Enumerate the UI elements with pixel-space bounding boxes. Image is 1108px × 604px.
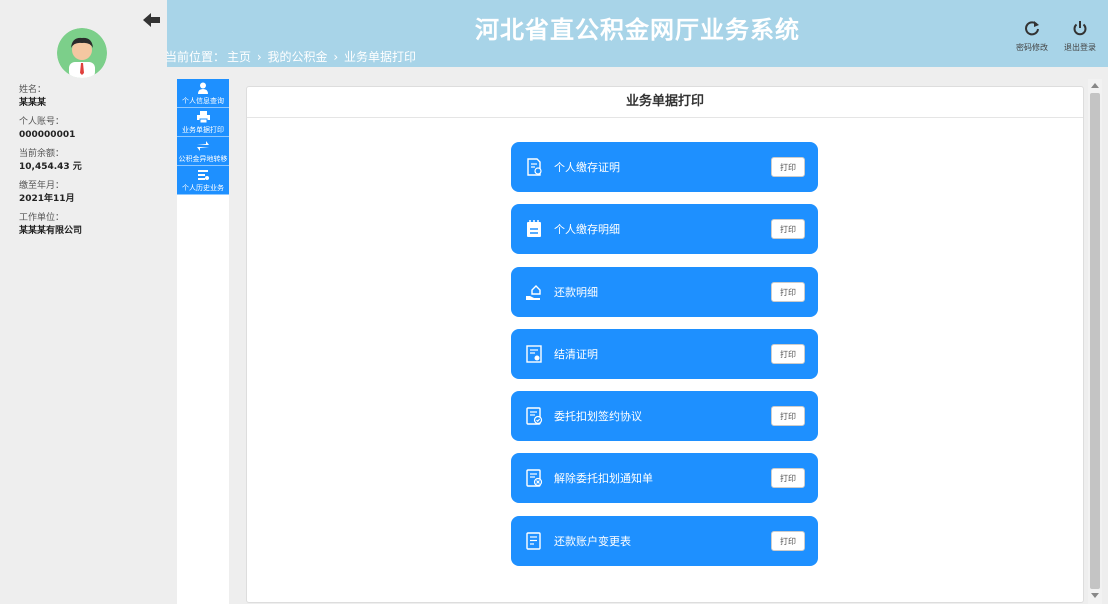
vertical-menu: 个人信息查询 业务单据打印 公积金异地转移 个人历史业务 — [177, 79, 229, 604]
change-password-button[interactable]: 密码修改 — [1012, 20, 1052, 53]
menu-item-print[interactable]: 业务单据打印 — [177, 108, 229, 137]
menu-item-personal-info[interactable]: 个人信息查询 — [177, 79, 229, 108]
scrollbar-thumb[interactable] — [1090, 93, 1100, 589]
print-button[interactable]: 打印 — [771, 530, 805, 551]
print-button[interactable]: 打印 — [771, 468, 805, 489]
print-item-label: 个人缴存明细 — [554, 223, 620, 237]
print-item-settlement-certificate[interactable]: 结清证明 打印 — [511, 328, 818, 379]
print-item-repayment-detail[interactable]: 还款明细 打印 — [511, 266, 818, 317]
app-title: 河北省直公积金网厅业务系统 — [475, 16, 800, 44]
paid-until-value: 2021年11月 — [19, 194, 75, 204]
print-button[interactable]: 打印 — [771, 157, 805, 177]
print-button[interactable]: 打印 — [771, 219, 805, 240]
menu-item-label: 公积金异地转移 — [178, 155, 228, 163]
contract-check-icon — [526, 407, 543, 425]
print-button[interactable]: 打印 — [771, 406, 805, 427]
change-password-label: 密码修改 — [1016, 43, 1048, 52]
notepad-icon — [527, 220, 541, 238]
user-info: 姓名： 某某某 个人账号： 000000001 当前余额： 10,454.43 … — [19, 84, 159, 244]
user-info-item: 工作单位： 某某某有限公司 — [19, 212, 159, 238]
user-info-item: 姓名： 某某某 — [19, 84, 159, 110]
print-item-label: 委托扣划签约协议 — [554, 410, 642, 424]
breadcrumb: 当前位置： 主页 › 我的公积金 › 业务单据打印 — [165, 48, 418, 65]
main-panel: 业务单据打印 个人缴存证明 打印 个人缴存明细 打印 还款明细 打印 结清证明 … — [246, 86, 1084, 603]
document-icon — [527, 158, 542, 176]
account-label: 个人账号： — [19, 117, 65, 127]
contract-cancel-icon — [526, 469, 543, 488]
print-item-label: 结清证明 — [554, 347, 598, 361]
breadcrumb-prefix: 当前位置： — [165, 50, 226, 64]
printer-icon — [177, 110, 229, 126]
balance-value: 10,454.43 元 — [19, 162, 82, 172]
scroll-down-arrow-icon[interactable] — [1091, 593, 1099, 598]
breadcrumb-item-fund[interactable]: 我的公积金 — [268, 50, 328, 64]
menu-item-label: 个人信息查询 — [182, 97, 224, 105]
print-item-label: 个人缴存证明 — [554, 161, 620, 174]
employer-label: 工作单位： — [19, 213, 65, 223]
print-list: 个人缴存证明 打印 个人缴存明细 打印 还款明细 打印 结清证明 打印 委托扣划… — [511, 142, 818, 578]
menu-item-label: 个人历史业务 — [182, 184, 224, 192]
history-icon — [177, 168, 229, 184]
balance-label: 当前余额： — [19, 149, 65, 159]
logout-button[interactable]: 退出登录 — [1060, 20, 1100, 53]
employer-value: 某某某有限公司 — [19, 226, 83, 236]
page-title: 业务单据打印 — [247, 87, 1083, 118]
print-item-deposit-detail[interactable]: 个人缴存明细 打印 — [511, 204, 818, 255]
print-item-deposit-certificate[interactable]: 个人缴存证明 打印 — [511, 142, 818, 192]
paid-until-label: 缴至年月： — [19, 181, 65, 191]
form-icon — [526, 532, 541, 550]
collapse-left-arrow-icon[interactable] — [143, 12, 161, 28]
print-item-label: 还款明细 — [554, 285, 598, 299]
top-header: 河北省直公积金网厅业务系统 当前位置： 主页 › 我的公积金 › 业务单据打印 密… — [165, 0, 1108, 67]
avatar — [57, 28, 107, 78]
user-info-item: 当前余额： 10,454.43 元 — [19, 148, 159, 174]
print-button[interactable]: 打印 — [771, 343, 805, 364]
account-value: 000000001 — [19, 130, 76, 140]
name-label: 姓名： — [19, 85, 47, 95]
menu-item-history[interactable]: 个人历史业务 — [177, 166, 229, 195]
user-info-item: 缴至年月： 2021年11月 — [19, 180, 159, 206]
refresh-icon — [1025, 21, 1039, 36]
name-value: 某某某 — [19, 98, 47, 108]
vertical-scrollbar[interactable] — [1088, 79, 1102, 604]
print-item-label: 解除委托扣划通知单 — [554, 472, 653, 486]
certificate-icon — [526, 345, 542, 363]
menu-item-label: 业务单据打印 — [182, 126, 224, 134]
hand-house-icon — [526, 284, 541, 300]
transfer-icon — [177, 139, 229, 155]
print-item-cancel-entrust-notice[interactable]: 解除委托扣划通知单 打印 — [511, 453, 818, 504]
person-icon — [177, 81, 229, 97]
print-item-label: 还款账户变更表 — [554, 534, 631, 548]
print-item-account-change-form[interactable]: 还款账户变更表 打印 — [511, 515, 818, 566]
scroll-up-arrow-icon[interactable] — [1091, 83, 1099, 88]
breadcrumb-separator: › — [333, 50, 339, 64]
menu-item-transfer[interactable]: 公积金异地转移 — [177, 137, 229, 166]
power-icon — [1073, 21, 1087, 36]
print-button[interactable]: 打印 — [771, 281, 805, 302]
print-item-entrust-agreement[interactable]: 委托扣划签约协议 打印 — [511, 391, 818, 442]
breadcrumb-item-home[interactable]: 主页 — [227, 50, 251, 64]
user-sidebar: 姓名： 某某某 个人账号： 000000001 当前余额： 10,454.43 … — [0, 0, 167, 604]
user-info-item: 个人账号： 000000001 — [19, 116, 159, 142]
breadcrumb-separator: › — [256, 50, 262, 64]
breadcrumb-item-current: 业务单据打印 — [343, 50, 416, 64]
logout-label: 退出登录 — [1064, 43, 1096, 52]
